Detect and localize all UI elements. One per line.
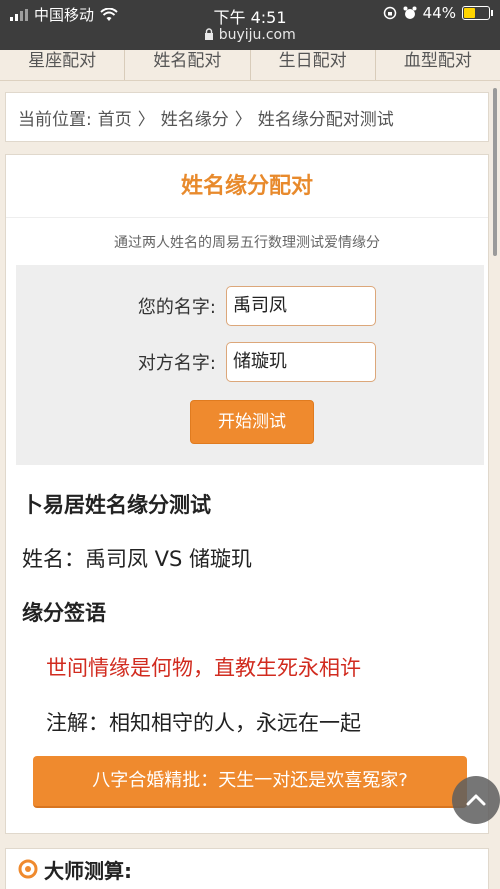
nav-item-blood[interactable]: 血型配对 — [376, 50, 500, 80]
nav-item-birthday[interactable]: 生日配对 — [251, 50, 376, 80]
breadcrumb-separator: 〉 — [234, 109, 252, 130]
breadcrumb-prefix: 当前位置: — [18, 109, 92, 130]
breadcrumb: 当前位置: 首页 〉 姓名缘分 〉 姓名缘分配对测试 — [5, 92, 489, 142]
master-label: 大师测算: — [44, 858, 132, 883]
result-verse: 世间情缘是何物，直教生死永相许 — [46, 656, 361, 680]
url-text: buyiju.com — [218, 27, 296, 43]
bazi-button[interactable]: 八字合婚精批：天生一对还是欢喜冤家? — [33, 756, 467, 808]
your-name-input[interactable]: 禹司凤 — [226, 286, 376, 326]
result-note: 注解：相知相守的人，永远在一起 — [46, 711, 361, 735]
page-subtitle: 通过两人姓名的周易五行数理测试爱情缘分 — [114, 235, 380, 251]
breadcrumb-name-fate[interactable]: 姓名缘分 — [161, 105, 229, 130]
alarm-icon — [403, 6, 417, 19]
your-name-row: 您的名字: 禹司凤 — [16, 285, 484, 327]
result-names: 姓名：禹司凤 VS 储璇玑 — [22, 547, 253, 571]
rotation-lock-icon — [383, 6, 396, 20]
other-name-label: 对方名字: — [137, 353, 216, 374]
main-card: 姓名缘分配对 通过两人姓名的周易五行数理测试爱情缘分 您的名字: 禹司凤 对方名… — [5, 154, 489, 834]
name-form: 您的名字: 禹司凤 对方名字: 储璇玑 开始测试 — [16, 265, 484, 465]
breadcrumb-current: 姓名缘分配对测试 — [257, 109, 394, 130]
page-title: 姓名缘分配对 — [6, 155, 488, 218]
nav-item-constellation[interactable]: 星座配对 — [0, 50, 126, 80]
your-name-label: 您的名字: — [137, 297, 216, 318]
chevron-up-icon — [466, 794, 486, 806]
top-nav: 星座配对 姓名配对 生日配对 血型配对 — [0, 50, 500, 81]
other-name-input[interactable]: 储璇玑 — [226, 342, 376, 382]
scroll-top-button[interactable] — [452, 776, 500, 824]
lock-icon — [205, 28, 214, 40]
battery-fill — [464, 8, 475, 18]
battery-icon — [462, 6, 493, 20]
scrollbar[interactable] — [493, 88, 497, 256]
master-section: 大师测算: — [5, 848, 489, 889]
breadcrumb-home[interactable]: 首页 — [98, 105, 132, 130]
result-section-title: 缘分签语 — [22, 601, 106, 625]
address-bar[interactable]: buyiju.com — [0, 27, 500, 43]
nav-item-name[interactable]: 姓名配对 — [125, 50, 251, 80]
breadcrumb-separator: 〉 — [137, 109, 155, 130]
status-bar: 中国移动 下午 4:51 buyiju.com 44% — [0, 0, 500, 50]
status-right: 44% — [383, 4, 493, 22]
battery-percent: 44% — [422, 4, 456, 22]
result-heading: 卜易居姓名缘分测试 — [22, 493, 211, 517]
lifebuoy-icon — [18, 859, 38, 879]
other-name-row: 对方名字: 储璇玑 — [16, 341, 484, 383]
start-test-button[interactable]: 开始测试 — [190, 400, 314, 444]
